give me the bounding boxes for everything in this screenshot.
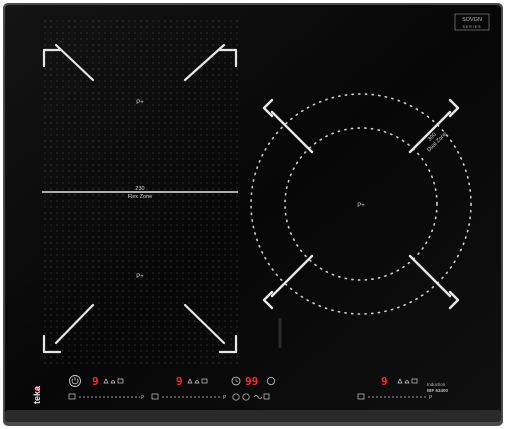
dual-zone-power-label: P+ — [357, 203, 365, 209]
flex-upper-power-label: P+ — [136, 100, 144, 106]
flex-zone-size: 230 — [135, 186, 144, 192]
model-line2: IBF 63400 — [427, 388, 449, 393]
flex-zone-label: Flex Zone — [128, 194, 152, 200]
timer-display: 99 — [245, 375, 258, 388]
induction-hob: P+ 230 Flex Zone P+ P+ 300 Dual Zone SOV… — [3, 3, 503, 426]
brand-logo-text: teka — [32, 385, 42, 404]
series-badge-line1: SOVGN — [462, 17, 482, 23]
bottom-edge — [5, 410, 501, 422]
zone4-level-display: 9 — [381, 375, 388, 388]
zone1-level-display: 9 — [92, 375, 99, 388]
zone2-level-display: 9 — [176, 375, 183, 388]
teka-logo: teka — [32, 385, 42, 404]
series-badge-line2: SERIES — [463, 25, 482, 29]
model-line1: Induction — [427, 382, 446, 387]
flex-lower-power-label: P+ — [136, 274, 144, 280]
